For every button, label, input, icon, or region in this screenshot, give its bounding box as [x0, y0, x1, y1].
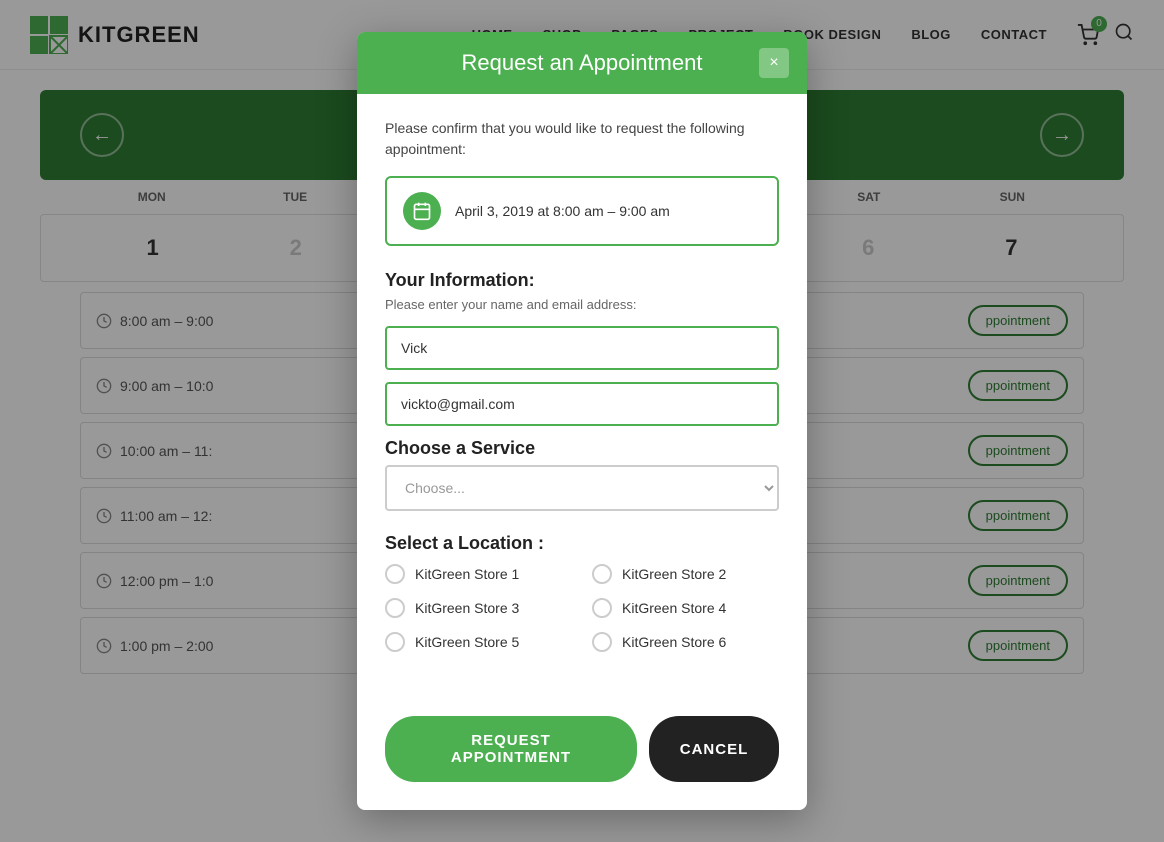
- location-label-6: KitGreen Store 6: [622, 634, 726, 650]
- location-3[interactable]: KitGreen Store 3: [385, 598, 572, 618]
- modal-body: Please confirm that you would like to re…: [357, 94, 807, 700]
- location-radio-4[interactable]: [592, 598, 612, 618]
- appointment-date-text: April 3, 2019 at 8:00 am – 9:00 am: [455, 203, 670, 219]
- request-appointment-button[interactable]: REQUEST APPOINTMENT: [385, 716, 637, 782]
- name-input[interactable]: [385, 326, 779, 370]
- location-1[interactable]: KitGreen Store 1: [385, 564, 572, 584]
- location-radio-2[interactable]: [592, 564, 612, 584]
- calendar-icon: [403, 192, 441, 230]
- select-location-title: Select a Location :: [385, 533, 779, 554]
- appointment-date-box: April 3, 2019 at 8:00 am – 9:00 am: [385, 176, 779, 246]
- location-label-3: KitGreen Store 3: [415, 600, 519, 616]
- location-5[interactable]: KitGreen Store 5: [385, 632, 572, 652]
- modal-header: Request an Appointment ×: [357, 32, 807, 94]
- location-2[interactable]: KitGreen Store 2: [592, 564, 779, 584]
- location-section: Select a Location : KitGreen Store 1 Kit…: [385, 533, 779, 652]
- your-info-subtitle: Please enter your name and email address…: [385, 297, 779, 312]
- location-label-2: KitGreen Store 2: [622, 566, 726, 582]
- location-label-5: KitGreen Store 5: [415, 634, 519, 650]
- choose-service-section: Choose a Service Choose...: [385, 438, 779, 511]
- location-6[interactable]: KitGreen Store 6: [592, 632, 779, 652]
- modal-footer: REQUEST APPOINTMENT CANCEL: [357, 700, 807, 810]
- appointment-modal: Request an Appointment × Please confirm …: [357, 32, 807, 810]
- cancel-button[interactable]: CANCEL: [649, 716, 779, 782]
- your-info-title: Your Information:: [385, 270, 779, 291]
- confirm-text: Please confirm that you would like to re…: [385, 118, 779, 160]
- location-radio-1[interactable]: [385, 564, 405, 584]
- location-label-4: KitGreen Store 4: [622, 600, 726, 616]
- location-radio-3[interactable]: [385, 598, 405, 618]
- modal-close-button[interactable]: ×: [759, 48, 789, 78]
- modal-title: Request an Appointment: [462, 50, 703, 76]
- location-label-1: KitGreen Store 1: [415, 566, 519, 582]
- location-radio-6[interactable]: [592, 632, 612, 652]
- location-radio-5[interactable]: [385, 632, 405, 652]
- email-input[interactable]: [385, 382, 779, 426]
- your-info-section: Your Information: Please enter your name…: [385, 270, 779, 438]
- location-4[interactable]: KitGreen Store 4: [592, 598, 779, 618]
- location-grid: KitGreen Store 1 KitGreen Store 2 KitGre…: [385, 564, 779, 652]
- choose-service-title: Choose a Service: [385, 438, 779, 459]
- service-select[interactable]: Choose...: [385, 465, 779, 511]
